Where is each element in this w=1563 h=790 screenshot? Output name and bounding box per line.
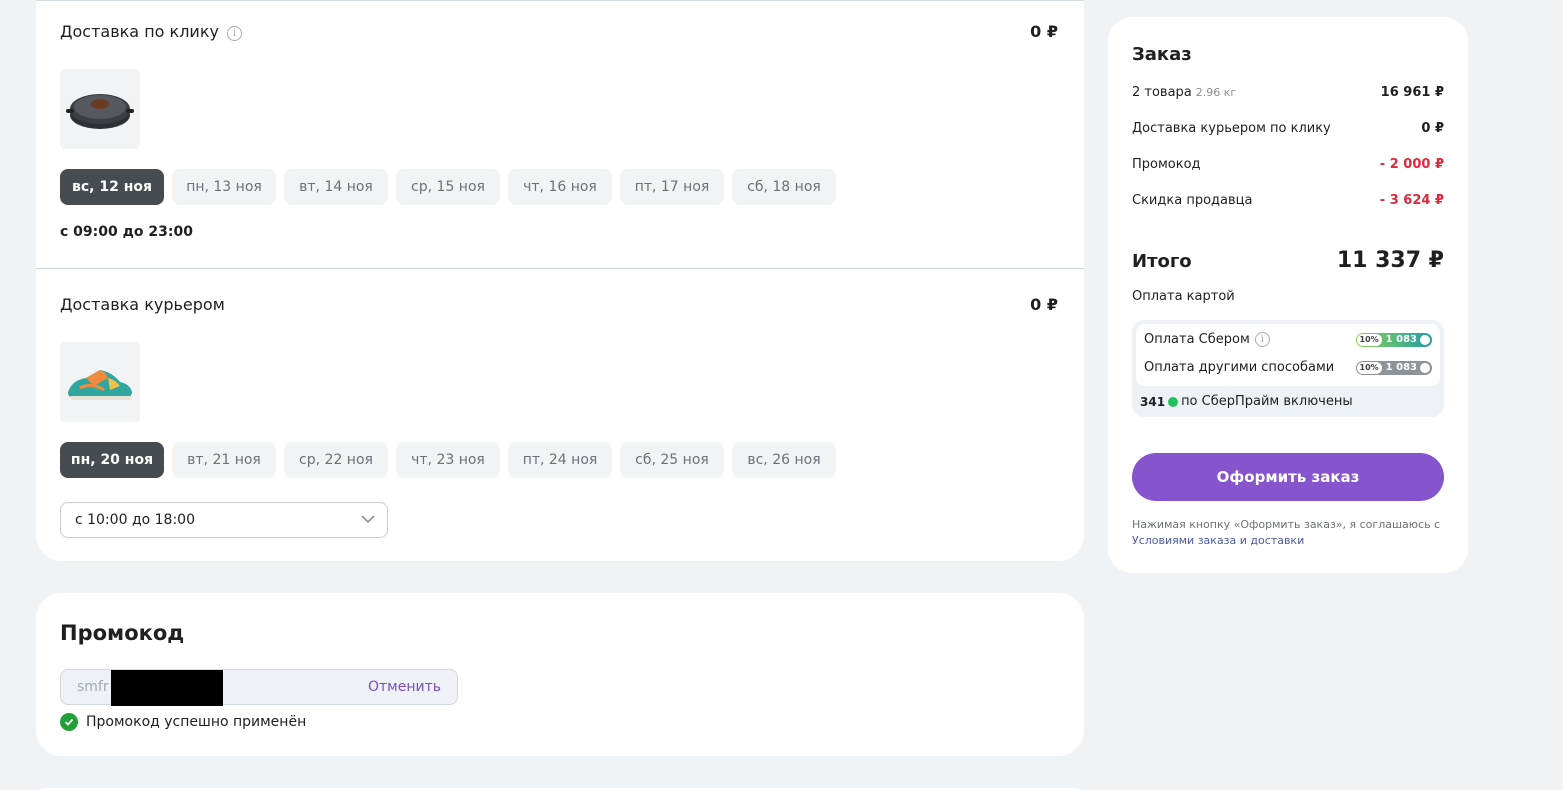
promo-status: Промокод успешно применён [60,713,306,731]
promo-card: Промокод smfr Отменить Промокод успешно … [36,593,1084,756]
day-option[interactable]: ср, 22 ноя [284,442,388,478]
bonus-percent: 10% [1356,361,1382,374]
day-option[interactable]: пн, 13 ноя [172,169,276,205]
day-option[interactable]: вт, 14 ноя [284,169,388,205]
prime-amount: 341 [1140,394,1166,409]
delivery-courier-section: Доставка курьером 0 ₽ пн, 20 ноя вт, 21 … [36,270,1084,562]
legal-text: Нажимая кнопку «Оформить заказ», я согла… [1132,518,1441,531]
bonus-other-row: Оплата другими способами 10% 1 083 [1144,360,1432,375]
order-summary-card: Заказ 2 товара 2.96 кг 16 961 ₽ Доставка … [1108,17,1468,573]
bonus-options: Оплата Сбером i 10% 1 083 Оплата другими… [1136,324,1440,386]
seller-discount: - 3 624 ₽ [1379,193,1444,208]
bonus-badge-other: 10% 1 083 [1355,360,1432,375]
bonus-sber-label: Оплата Сбером [1144,332,1250,347]
order-seller-row: Скидка продавца - 3 624 ₽ [1132,193,1444,208]
day-option[interactable]: вт, 21 ноя [172,442,276,478]
time-slot-value: с 10:00 до 18:00 [75,512,195,528]
order-delivery-row: Доставка курьером по клику 0 ₽ [1132,121,1444,136]
day-option[interactable]: ср, 15 ноя [396,169,500,205]
order-total-row: Итого 11 337 ₽ [1132,248,1444,273]
bonus-amount: 1 083 [1385,334,1417,345]
total-value: 11 337 ₽ [1336,248,1444,273]
order-title: Заказ [1132,44,1192,65]
day-option[interactable]: чт, 16 ноя [508,169,612,205]
items-price: 16 961 ₽ [1380,85,1444,100]
seller-discount-label: Скидка продавца [1132,193,1253,208]
bonus-percent: 10% [1356,333,1382,346]
info-icon[interactable]: i [226,25,242,41]
time-slot-select[interactable]: с 10:00 до 18:00 [60,502,388,538]
bonus-coin-icon [1168,396,1179,407]
delivery-click-price: 0 ₽ [1030,22,1058,41]
delivery-label: Доставка курьером по клику [1132,121,1331,136]
bonus-sber-row: Оплата Сбером i 10% 1 083 [1144,332,1432,347]
bonus-badge-sber: 10% 1 083 [1355,332,1432,347]
day-option[interactable]: сб, 18 ноя [732,169,836,205]
items-label: 2 товара [1132,85,1192,100]
order-terms-link[interactable]: Условиями заказа и доставки [1132,534,1304,547]
promo-status-text: Промокод успешно применён [86,714,307,730]
delivery-click-days: вс, 12 ноя пн, 13 ноя вт, 14 ноя ср, 15 … [60,169,836,205]
promo-title: Промокод [60,621,185,645]
delivery-courier-title: Доставка курьером [60,295,225,314]
delivery-click-section: Доставка по клику i 0 ₽ вс, 12 ноя пн, 1… [36,1,1084,269]
day-option[interactable]: чт, 23 ноя [396,442,500,478]
promo-cancel-button[interactable]: Отменить [368,679,441,695]
day-option[interactable]: пт, 24 ноя [508,442,612,478]
promo-label: Промокод [1132,157,1201,172]
delivery-click-time: с 09:00 до 23:00 [60,224,193,240]
product-thumbnail-pan[interactable] [60,69,140,149]
check-icon [60,713,78,731]
bonus-amount: 1 083 [1385,362,1417,373]
delivery-click-title: Доставка по клику [60,22,219,41]
promo-input[interactable]: smfr Отменить [60,669,458,706]
order-promo-row: Промокод - 2 000 ₽ [1132,157,1444,172]
day-option[interactable]: сб, 25 ноя [620,442,724,478]
day-option[interactable]: вс, 12 ноя [60,169,164,205]
sneaker-image [68,370,132,400]
legal-note: Нажимая кнопку «Оформить заказ», я согла… [1132,517,1448,549]
bonus-box: Оплата Сбером i 10% 1 083 Оплата другими… [1132,320,1444,417]
info-icon[interactable]: i [1254,332,1270,347]
delivery-courier-days: пн, 20 ноя вт, 21 ноя ср, 22 ноя чт, 23 … [60,442,836,478]
promo-value: smfr [77,679,109,695]
chevron-down-icon [361,515,375,524]
delivery-price: 0 ₽ [1421,121,1444,136]
product-thumbnail-sneaker[interactable] [60,342,140,422]
day-option[interactable]: пн, 20 ноя [60,442,164,478]
delivery-card: Доставка по клику i 0 ₽ вс, 12 ноя пн, 1… [36,0,1084,561]
bonus-coin-icon [1420,334,1430,345]
bonus-other-label: Оплата другими способами [1144,360,1335,375]
pan-image [66,94,134,129]
redaction-block [111,670,223,706]
total-label: Итого [1132,251,1192,272]
sberprime-row: 341 по СберПрайм включены [1140,394,1353,409]
place-order-button[interactable]: Оформить заказ [1132,453,1444,501]
promo-discount: - 2 000 ₽ [1379,157,1444,172]
day-option[interactable]: вс, 26 ноя [732,442,836,478]
bonus-coin-icon [1420,362,1430,373]
day-option[interactable]: пт, 17 ноя [620,169,724,205]
order-items-row: 2 товара 2.96 кг 16 961 ₽ [1132,85,1444,100]
prime-text: по СберПрайм включены [1181,394,1353,409]
payment-type: Оплата картой [1132,289,1235,304]
items-weight: 2.96 кг [1195,86,1237,99]
delivery-courier-price: 0 ₽ [1030,295,1058,314]
delivery-click-title-row: Доставка по клику i [60,22,242,41]
